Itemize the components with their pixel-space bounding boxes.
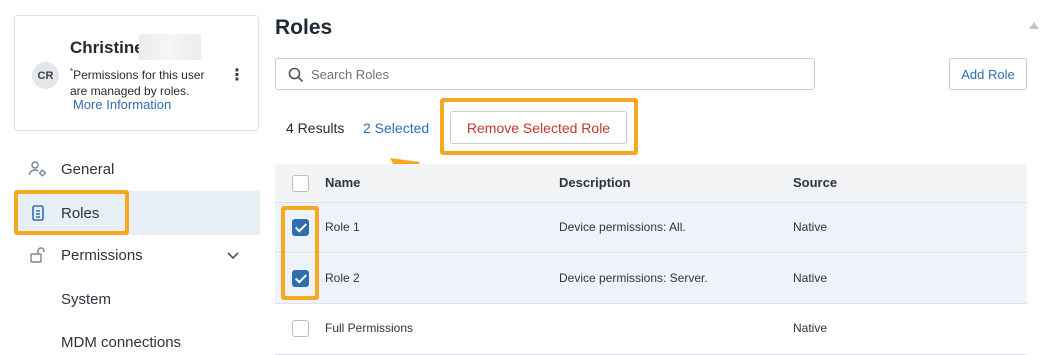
role-source: Native — [793, 271, 828, 285]
permissions-note-text: Permissions for this user are managed by… — [70, 68, 205, 98]
nav-item-system[interactable]: System — [61, 291, 111, 308]
selected-count: 2 Selected — [363, 120, 430, 136]
unlock-icon — [28, 245, 48, 265]
role-description: Device permissions: Server. — [559, 271, 708, 285]
nav-item-general[interactable]: General — [14, 147, 260, 191]
avatar: CR — [32, 62, 59, 89]
more-information-link[interactable]: More Information — [73, 97, 171, 112]
nav-permissions-label: Permissions — [61, 246, 143, 264]
checkbox-highlight — [281, 206, 319, 300]
role-name: Role 1 — [325, 220, 360, 234]
kebab-menu-icon[interactable]: ⋮ — [229, 66, 245, 86]
page-title: Roles — [275, 16, 333, 39]
chevron-down-icon[interactable] — [225, 247, 241, 263]
search-input[interactable] — [311, 59, 801, 89]
role-description: Device permissions: All. — [559, 220, 686, 234]
select-all-checkbox[interactable] — [292, 175, 309, 192]
nav-item-mdm-connections[interactable]: MDM connections — [61, 334, 181, 351]
role-name: Full Permissions — [325, 321, 414, 335]
nav-item-permissions[interactable]: Permissions — [14, 233, 260, 277]
row-checkbox[interactable] — [292, 320, 309, 337]
table-header: Name Description Source — [275, 164, 1027, 203]
redacted-name — [139, 34, 201, 60]
table-row[interactable]: Role 1 Device permissions: All. Native — [275, 203, 1027, 253]
user-name: Christine — [70, 38, 144, 57]
table-row[interactable]: Role 2 Device permissions: Server. Nativ… — [275, 254, 1027, 304]
user-card: Christine CR *Permissions for this user … — [14, 15, 259, 131]
table-row[interactable]: Full Permissions Native — [275, 305, 1027, 355]
search-box[interactable] — [275, 58, 815, 90]
role-name: Role 2 — [325, 271, 360, 285]
remove-button-highlight — [440, 98, 638, 155]
role-source: Native — [793, 220, 828, 234]
scroll-up-icon[interactable] — [1029, 22, 1039, 29]
add-role-button[interactable]: Add Role — [949, 58, 1027, 90]
user-gear-icon — [28, 159, 48, 179]
search-icon — [288, 67, 304, 83]
col-name[interactable]: Name — [325, 175, 360, 190]
results-count: 4 Results — [286, 120, 345, 136]
permissions-note: *Permissions for this user are managed b… — [70, 64, 220, 99]
col-source[interactable]: Source — [793, 175, 837, 190]
roles-highlight — [14, 190, 129, 235]
role-source: Native — [793, 321, 828, 335]
col-description[interactable]: Description — [559, 175, 631, 190]
nav-general-label: General — [61, 160, 115, 178]
